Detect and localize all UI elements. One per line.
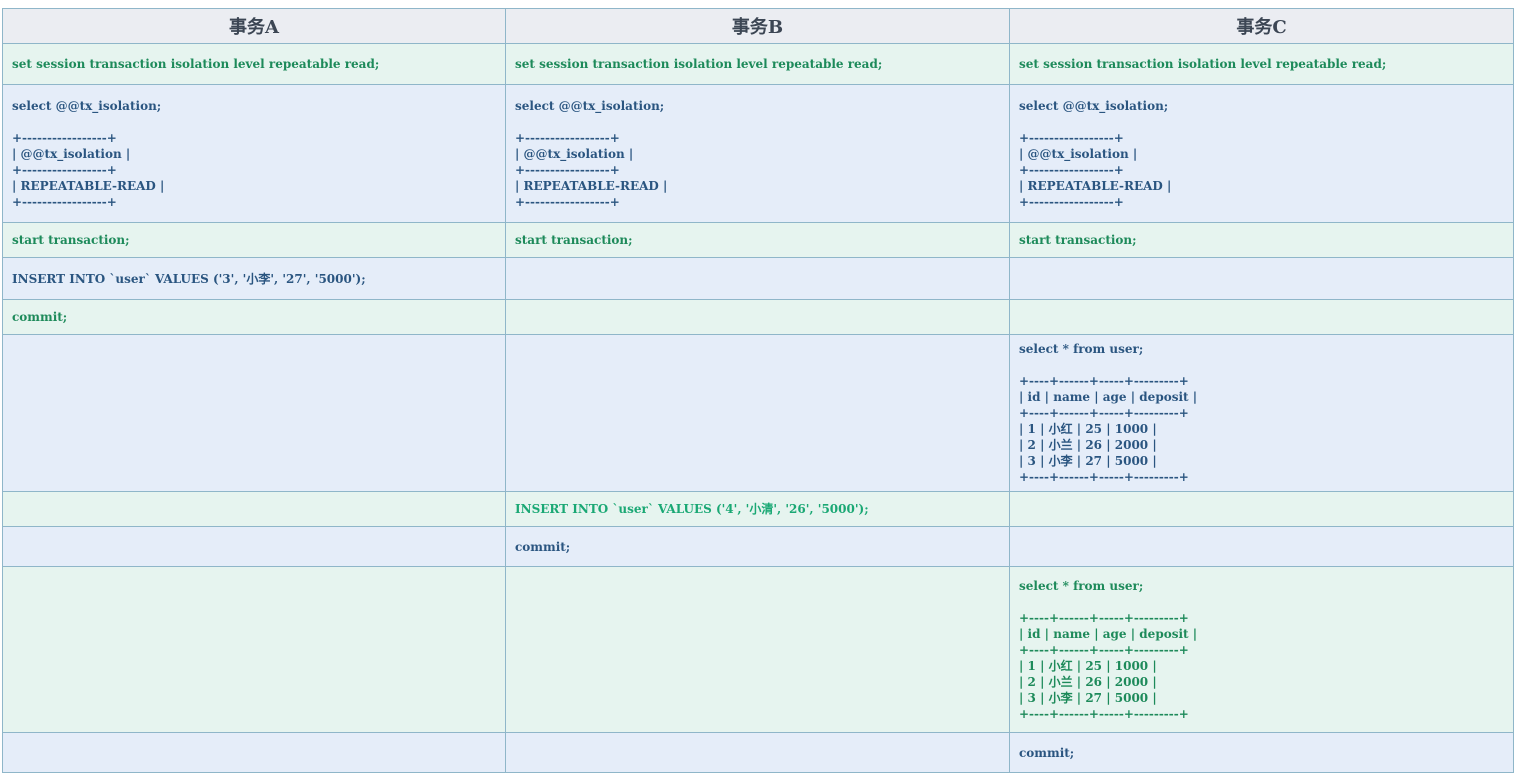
- cell-c: select * from user; +----+------+-----+-…: [1009, 334, 1514, 492]
- table-row: start transaction; start transaction; st…: [2, 222, 1514, 258]
- transaction-table: 事务A 事务B 事务C set session transaction isol…: [2, 8, 1514, 773]
- cell-c: start transaction;: [1009, 222, 1514, 258]
- cell-b: [505, 257, 1010, 300]
- table-row: select @@tx_isolation; +----------------…: [2, 84, 1514, 223]
- cell-c: [1009, 526, 1514, 567]
- cell-a: select @@tx_isolation; +----------------…: [2, 84, 506, 223]
- cell-b: [505, 299, 1010, 335]
- sql-text: INSERT INTO `user` VALUES ('3', '小李', '2…: [12, 271, 366, 286]
- sql-text: start transaction;: [12, 233, 130, 247]
- sql-text: select @@tx_isolation; +----------------…: [1019, 98, 1172, 209]
- header-row: 事务A 事务B 事务C: [2, 8, 1514, 44]
- cell-c: [1009, 257, 1514, 300]
- cell-c: [1009, 299, 1514, 335]
- cell-b: [505, 334, 1010, 492]
- cell-a: [2, 526, 506, 567]
- sql-text: set session transaction isolation level …: [12, 57, 380, 71]
- cell-c: select * from user; +----+------+-----+-…: [1009, 566, 1514, 733]
- cell-b: [505, 566, 1010, 733]
- table-row: commit;: [2, 526, 1514, 567]
- sql-text: set session transaction isolation level …: [515, 57, 883, 71]
- cell-c: [1009, 491, 1514, 527]
- sql-text: select * from user; +----+------+-----+-…: [1019, 342, 1198, 484]
- sql-text: start transaction;: [515, 233, 633, 247]
- table-row: commit;: [2, 299, 1514, 335]
- header-transaction-b: 事务B: [505, 8, 1010, 44]
- header-transaction-a: 事务A: [2, 8, 506, 44]
- table-row: INSERT INTO `user` VALUES ('4', '小清', '2…: [2, 491, 1514, 527]
- cell-b: [505, 732, 1010, 773]
- sql-text: commit;: [12, 310, 68, 324]
- header-transaction-c: 事务C: [1009, 8, 1514, 44]
- cell-c: set session transaction isolation level …: [1009, 43, 1514, 85]
- sql-text: set session transaction isolation level …: [1019, 57, 1387, 71]
- table-row: select * from user; +----+------+-----+-…: [2, 566, 1514, 733]
- table-row: commit;: [2, 732, 1514, 773]
- sql-text: INSERT INTO `user` VALUES ('4', '小清', '2…: [515, 502, 869, 516]
- cell-a: set session transaction isolation level …: [2, 43, 506, 85]
- cell-b: start transaction;: [505, 222, 1010, 258]
- table-row: select * from user; +----+------+-----+-…: [2, 334, 1514, 492]
- sql-text: select @@tx_isolation; +----------------…: [515, 98, 668, 209]
- cell-a: [2, 334, 506, 492]
- table-row: set session transaction isolation level …: [2, 43, 1514, 85]
- cell-a: [2, 566, 506, 733]
- cell-a: INSERT INTO `user` VALUES ('3', '小李', '2…: [2, 257, 506, 300]
- cell-c: select @@tx_isolation; +----------------…: [1009, 84, 1514, 223]
- cell-a: commit;: [2, 299, 506, 335]
- cell-c: commit;: [1009, 732, 1514, 773]
- cell-b: INSERT INTO `user` VALUES ('4', '小清', '2…: [505, 491, 1010, 527]
- cell-a: [2, 491, 506, 527]
- sql-text: select @@tx_isolation; +----------------…: [12, 98, 165, 209]
- cell-b: set session transaction isolation level …: [505, 43, 1010, 85]
- cell-a: start transaction;: [2, 222, 506, 258]
- sql-text: start transaction;: [1019, 233, 1137, 247]
- cell-b: commit;: [505, 526, 1010, 567]
- sql-text: commit;: [515, 539, 571, 554]
- sql-text: select * from user; +----+------+-----+-…: [1019, 578, 1198, 721]
- sql-text: commit;: [1019, 745, 1075, 760]
- table-row: INSERT INTO `user` VALUES ('3', '小李', '2…: [2, 257, 1514, 300]
- cell-b: select @@tx_isolation; +----------------…: [505, 84, 1010, 223]
- cell-a: [2, 732, 506, 773]
